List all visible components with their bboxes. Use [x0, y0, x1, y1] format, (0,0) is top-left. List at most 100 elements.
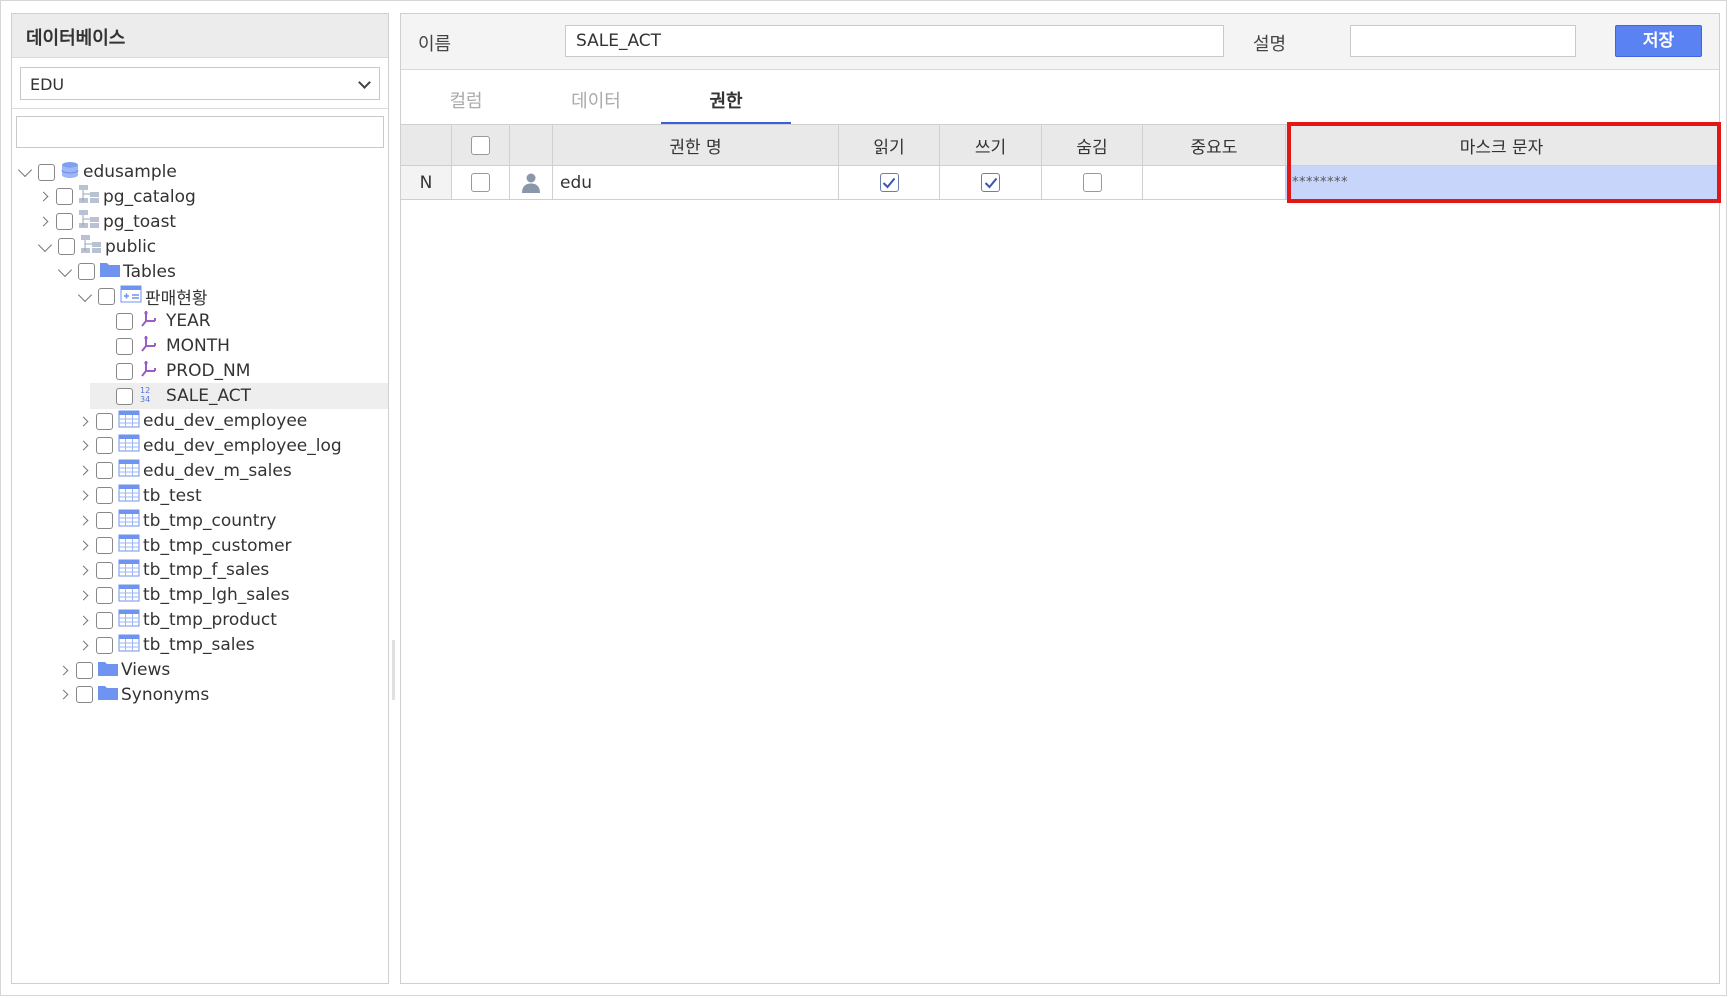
tree-node-checkbox[interactable] [58, 238, 75, 256]
chevron-right-icon[interactable] [38, 191, 49, 202]
header-select-all[interactable] [452, 125, 510, 165]
tree-node[interactable]: YEAR [94, 308, 211, 334]
row-permission-name[interactable]: edu [553, 166, 839, 199]
tree-node-checkbox[interactable] [96, 561, 113, 579]
tree-node[interactable]: tb_tmp_f_sales [78, 557, 269, 583]
chevron-right-icon[interactable] [58, 665, 69, 675]
tree-node[interactable]: Views [58, 657, 170, 683]
chevron-right-icon[interactable] [78, 416, 89, 426]
tree-node-label: tb_tmp_customer [143, 535, 292, 556]
tab-permissions[interactable]: 권한 [661, 86, 791, 124]
tree-node-checkbox[interactable] [96, 412, 113, 430]
tree-node[interactable]: tb_tmp_customer [78, 533, 292, 559]
row-hide-cell[interactable] [1042, 166, 1143, 199]
tree-node-checkbox[interactable] [116, 312, 133, 330]
tree-node[interactable]: 판매현황 [77, 284, 208, 310]
header-importance[interactable]: 중요도 [1143, 125, 1286, 165]
chevron-right-icon[interactable] [78, 540, 89, 551]
tree-node[interactable]: tb_tmp_sales [78, 632, 255, 658]
tree-node[interactable]: edusample [17, 159, 177, 185]
tree-node[interactable]: Synonyms [58, 682, 209, 708]
chevron-right-icon[interactable] [78, 440, 89, 451]
name-input[interactable]: SALE_ACT [565, 25, 1224, 57]
tree-node-checkbox[interactable] [38, 163, 55, 181]
tree-node[interactable]: MONTH [94, 333, 230, 359]
chevron-right-icon[interactable] [78, 565, 89, 576]
tree-node-checkbox[interactable] [56, 213, 73, 231]
chevron-right-icon[interactable] [38, 216, 49, 227]
chevron-right-icon[interactable] [58, 689, 69, 700]
tree-node-checkbox[interactable] [96, 537, 113, 554]
row-write-cell[interactable] [940, 166, 1042, 199]
table-row[interactable]: N edu ******** [401, 166, 1717, 200]
tree-node[interactable]: tb_tmp_lgh_sales [78, 582, 290, 608]
chevron-right-icon[interactable] [78, 515, 89, 526]
select-all-checkbox[interactable] [471, 135, 490, 155]
tree-node-checkbox[interactable] [78, 263, 95, 281]
tree-node-checkbox[interactable] [96, 512, 113, 530]
chevron-down-icon[interactable] [57, 262, 73, 277]
row-importance[interactable] [1143, 166, 1286, 199]
header-read[interactable]: 읽기 [839, 125, 940, 165]
chevron-right-icon[interactable] [78, 615, 89, 626]
tree-node[interactable]: tb_test [78, 483, 202, 509]
read-checkbox[interactable] [879, 173, 899, 192]
chevron-down-icon[interactable] [17, 162, 33, 178]
chevron-right-icon[interactable] [78, 640, 89, 651]
tree-node-checkbox[interactable] [96, 636, 113, 654]
tree-node[interactable]: tb_tmp_product [78, 607, 277, 633]
row-checkbox[interactable] [471, 173, 490, 192]
tree-node-checkbox[interactable] [96, 611, 113, 629]
save-button[interactable]: 저장 [1615, 25, 1702, 57]
hide-checkbox[interactable] [1082, 173, 1102, 192]
tree-node-checkbox[interactable] [56, 188, 73, 206]
tree-node-checkbox[interactable] [96, 462, 113, 480]
folder-icon [100, 261, 120, 282]
tree-node-checkbox[interactable] [76, 686, 93, 704]
tree-node-checkbox[interactable] [76, 661, 93, 679]
tab-data[interactable]: 데이터 [531, 86, 661, 124]
tree-node-checkbox[interactable] [116, 337, 133, 355]
tree-node[interactable]: public [37, 234, 156, 260]
header-permission-name[interactable]: 권한 명 [553, 125, 839, 165]
panel-resize-handle[interactable] [392, 640, 395, 700]
database-select[interactable]: EDU [20, 67, 380, 100]
header-write[interactable]: 쓰기 [940, 125, 1042, 165]
chevron-right-icon[interactable] [78, 590, 89, 601]
chevron-down-icon[interactable] [77, 287, 93, 302]
tree-node-label: edusample [83, 162, 177, 182]
tree-node-checkbox[interactable] [116, 362, 133, 380]
chevron-down-icon[interactable] [37, 237, 53, 252]
row-select-cell[interactable] [452, 166, 510, 199]
tree-node[interactable]: pg_toast [38, 209, 176, 235]
chevron-right-icon[interactable] [78, 490, 89, 501]
tree-node-checkbox[interactable] [98, 288, 115, 305]
divider [12, 108, 388, 109]
tree-node[interactable]: edu_dev_employee [78, 408, 307, 434]
row-mask-character[interactable]: ******** [1286, 166, 1717, 199]
tree-node[interactable]: Tables [57, 259, 176, 285]
user-icon [522, 173, 540, 193]
description-input[interactable] [1350, 25, 1576, 57]
tree-node-checkbox[interactable] [96, 586, 113, 604]
tab-columns[interactable]: 컬럼 [401, 86, 531, 124]
table-icon [118, 484, 140, 507]
tree-node-checkbox[interactable] [96, 487, 113, 505]
tree-node[interactable]: 12 34 SALE_ACT [90, 383, 388, 410]
header-hide[interactable]: 숨김 [1042, 125, 1143, 165]
folder-icon [98, 660, 118, 681]
write-checkbox[interactable] [981, 173, 1000, 192]
tree-node[interactable]: tb_tmp_country [78, 508, 277, 534]
tree-node[interactable]: edu_dev_employee_log [78, 433, 342, 459]
chevron-right-icon[interactable] [78, 465, 89, 476]
header-mask-character[interactable]: 마스크 문자 [1286, 125, 1717, 165]
tree-node-checkbox[interactable] [116, 387, 133, 405]
tree-node[interactable]: pg_catalog [38, 184, 196, 210]
tree-node[interactable]: edu_dev_m_sales [78, 458, 292, 484]
tree-node-label: PROD_NM [166, 361, 251, 382]
tree-node-checkbox[interactable] [96, 437, 113, 455]
tree-node[interactable]: PROD_NM [94, 358, 250, 384]
row-read-cell[interactable] [839, 166, 940, 199]
tree-search-input[interactable] [16, 116, 384, 148]
